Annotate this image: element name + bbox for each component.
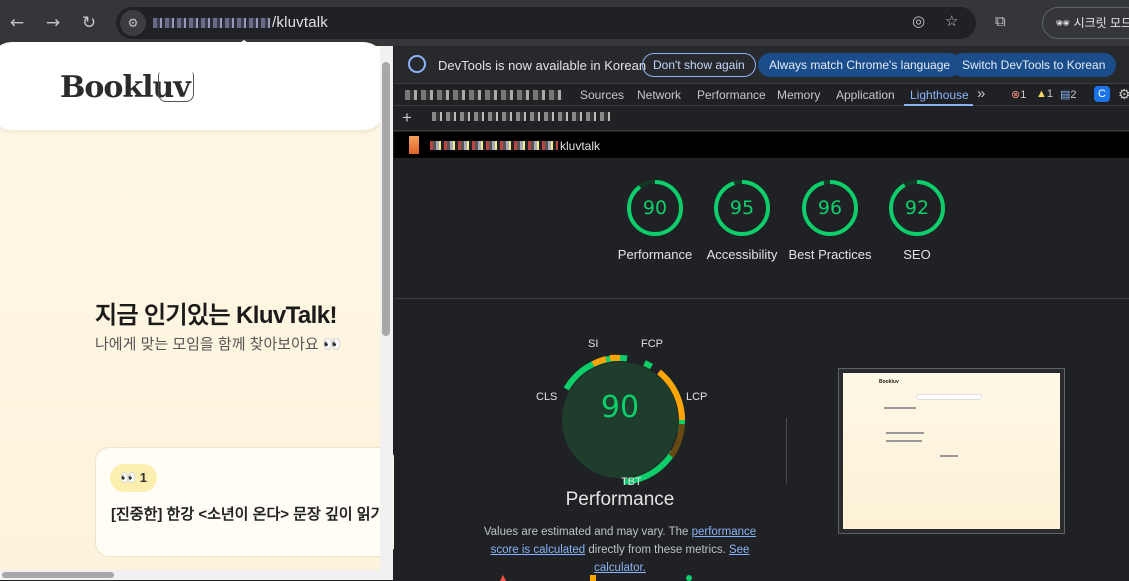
- info-icon: [408, 55, 426, 73]
- always-match-language-button[interactable]: Always match Chrome's language: [758, 53, 961, 77]
- metric-cls[interactable]: CLS: [536, 391, 557, 403]
- section-divider: [394, 298, 1129, 299]
- infobar-message: DevTools is now available in Korean: [438, 58, 646, 73]
- message-icon: ▤: [1060, 89, 1070, 101]
- active-tab-indicator: [904, 104, 973, 106]
- redacted-tabs: [405, 90, 563, 100]
- tab-network[interactable]: Network: [637, 88, 681, 102]
- performance-title: Performance: [540, 489, 700, 511]
- eye-off-icon[interactable]: ◎: [912, 12, 925, 30]
- ai-assistant-icon[interactable]: C: [1094, 86, 1110, 102]
- tab-sources[interactable]: Sources: [580, 88, 624, 102]
- star-icon[interactable]: ☆: [945, 12, 958, 30]
- si-partial-segment: [593, 359, 606, 364]
- url-redacted: [153, 18, 271, 28]
- error-count-value: 1: [1020, 89, 1026, 101]
- rank-badge: 👀 1: [110, 464, 157, 492]
- gauge-score-performance: 90: [625, 197, 685, 219]
- message-count[interactable]: ▤2: [1060, 88, 1077, 101]
- thumbnail-logo: Bookluv: [879, 379, 899, 385]
- site-info-icon[interactable]: ⚙: [120, 10, 146, 36]
- new-report-icon[interactable]: +: [402, 108, 412, 128]
- gauge-score-best-practices: 96: [800, 197, 860, 219]
- thumbnail-text: [886, 440, 922, 442]
- report-url-redacted: [430, 141, 558, 150]
- message-count-value: 2: [1070, 89, 1076, 101]
- page-subtitle: 나에게 맞는 모임을 함께 찾아보아요 👀: [95, 333, 342, 354]
- thumbnail-text: [884, 407, 916, 409]
- settings-gear-icon[interactable]: ⚙: [1118, 86, 1129, 103]
- tab-lighthouse[interactable]: Lighthouse: [910, 88, 969, 102]
- average-legend-icon: [590, 575, 596, 581]
- metric-lcp[interactable]: LCP: [686, 391, 707, 403]
- gauge-label-seo[interactable]: SEO: [862, 246, 972, 264]
- estimate-note: Values are estimated and may vary. The p…: [470, 523, 770, 577]
- tab-application[interactable]: Application: [836, 88, 895, 102]
- dont-show-again-button[interactable]: Don't show again: [642, 53, 756, 77]
- note-text: Values are estimated and may vary. The: [484, 526, 692, 538]
- report-url-path: kluvtalk: [560, 139, 600, 153]
- url-path: /kluvtalk: [272, 14, 328, 31]
- vertical-divider: [786, 418, 787, 484]
- incognito-label: 시크릿 모드: [1074, 16, 1129, 30]
- forward-icon[interactable]: →: [41, 11, 65, 35]
- error-icon: ⊗: [1011, 89, 1020, 101]
- more-tabs-icon[interactable]: »: [977, 85, 985, 102]
- url-text[interactable]: /kluvtalk: [153, 14, 328, 31]
- logo-book-icon: [158, 72, 194, 102]
- metric-fcp[interactable]: FCP: [641, 338, 663, 350]
- incognito-icon: 🕶: [1055, 16, 1070, 30]
- metric-si[interactable]: SI: [588, 338, 598, 350]
- gauge-score-accessibility: 95: [712, 197, 772, 219]
- warning-count-value: 1: [1047, 88, 1053, 100]
- kluvtalk-card-title[interactable]: [진중한] 한강 <소년이 온다> 문장 깊이 읽기: [111, 503, 384, 524]
- error-count[interactable]: ⊗1: [1011, 88, 1026, 101]
- fail-legend-icon: [500, 575, 506, 581]
- vertical-scroll-thumb[interactable]: [382, 62, 390, 336]
- warning-count[interactable]: ▲1: [1036, 88, 1053, 100]
- metric-tbt[interactable]: TBT: [621, 476, 642, 488]
- report-selector-redacted[interactable]: [432, 112, 612, 121]
- extensions-icon[interactable]: ⧉: [995, 12, 1006, 30]
- tooltip-arrow: [232, 40, 256, 48]
- tab-performance[interactable]: Performance: [697, 88, 766, 102]
- performance-score: 90: [570, 390, 670, 425]
- thumbnail-search: [916, 394, 982, 400]
- note-text-2: directly from these metrics.: [585, 544, 729, 556]
- thumbnail-text: [940, 455, 958, 457]
- horizontal-scroll-thumb[interactable]: [2, 572, 114, 578]
- warning-icon: ▲: [1036, 88, 1047, 100]
- lighthouse-favicon-icon: [409, 136, 419, 154]
- incognito-indicator[interactable]: 🕶 시크릿 모드: [1042, 7, 1129, 39]
- thumbnail-text: [886, 432, 924, 434]
- gauge-label-accessibility[interactable]: Accessibility: [687, 246, 797, 264]
- reload-icon[interactable]: ↻: [77, 11, 101, 35]
- gauge-score-seo: 92: [887, 197, 947, 219]
- switch-to-korean-button[interactable]: Switch DevTools to Korean: [951, 53, 1116, 77]
- tab-memory[interactable]: Memory: [777, 88, 820, 102]
- pass-legend-icon: [686, 575, 692, 581]
- page-title: 지금 인기있는 KluvTalk!: [95, 295, 337, 330]
- back-icon[interactable]: ←: [5, 11, 29, 35]
